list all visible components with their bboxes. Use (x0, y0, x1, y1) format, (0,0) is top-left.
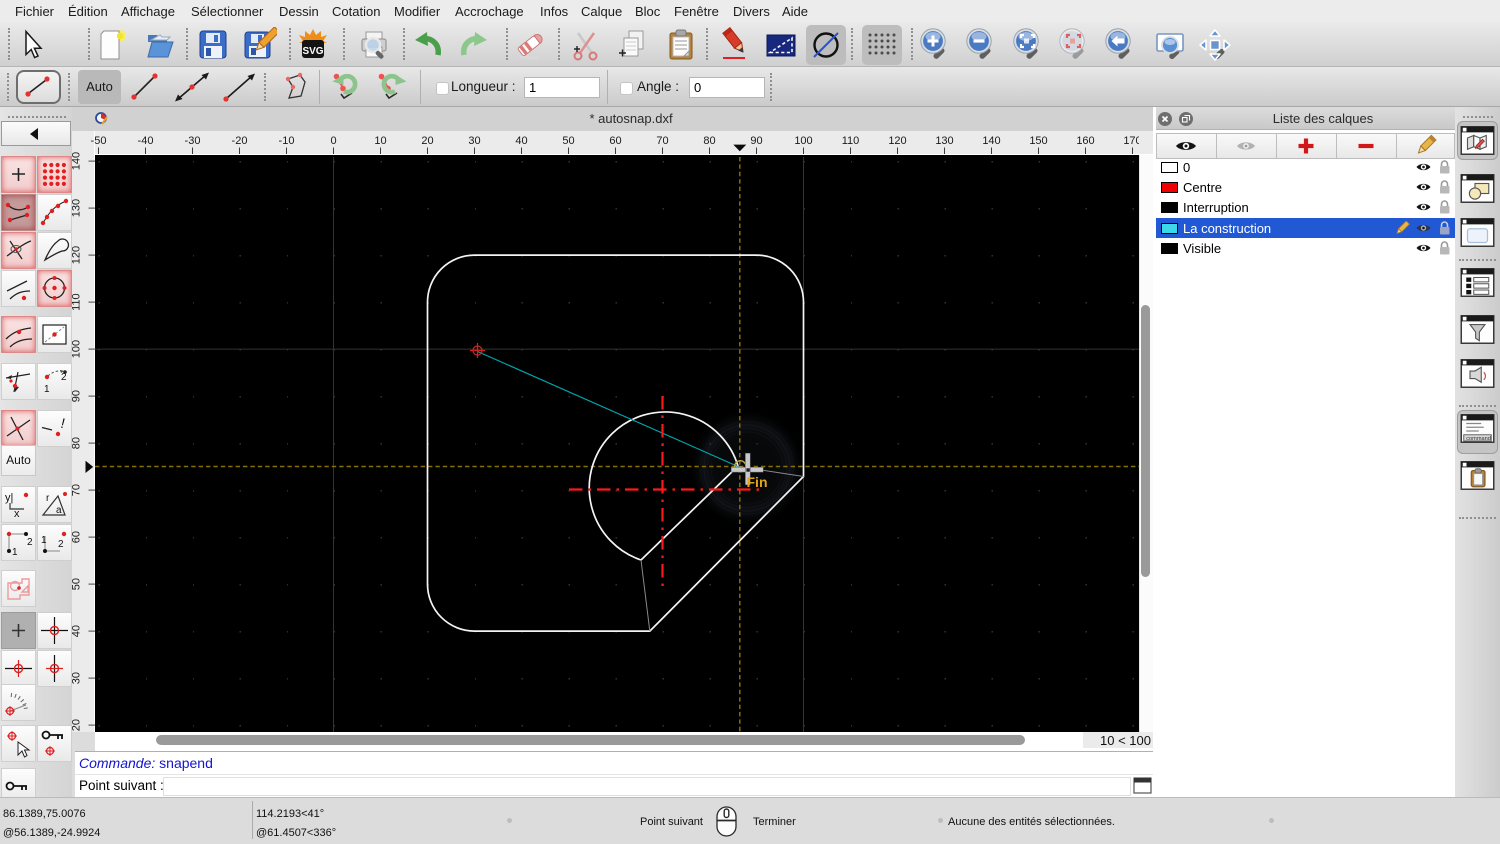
svg-text:1: 1 (41, 535, 47, 546)
svg-text:-40: -40 (138, 135, 154, 147)
svg-text:Fin: Fin (747, 474, 768, 490)
svg-text:x: x (14, 508, 20, 520)
svg-text:r: r (46, 493, 50, 504)
svg-text:120: 120 (72, 246, 83, 264)
svg-text:90: 90 (750, 135, 762, 147)
svg-text:80: 80 (703, 135, 715, 147)
svg-text:50: 50 (562, 135, 574, 147)
svg-text:30: 30 (72, 672, 83, 684)
svg-text:150: 150 (1029, 135, 1047, 147)
svg-text:-30: -30 (185, 135, 201, 147)
svg-text:20: 20 (421, 135, 433, 147)
svg-text:1: 1 (44, 384, 50, 395)
svg-text:-50: -50 (91, 135, 107, 147)
svg-text:100: 100 (72, 340, 83, 358)
svg-text:110: 110 (72, 293, 83, 311)
svg-text:170: 170 (1123, 135, 1139, 147)
svg-text:90: 90 (72, 390, 83, 402)
svg-text:2: 2 (27, 537, 33, 548)
svg-text:y|: y| (5, 492, 13, 504)
svg-text:60: 60 (72, 531, 83, 543)
svg-text:70: 70 (656, 135, 668, 147)
svg-text:40: 40 (515, 135, 527, 147)
svg-text:-20: -20 (232, 135, 248, 147)
svg-text:SVG: SVG (302, 46, 323, 57)
svg-text:40: 40 (72, 625, 83, 637)
svg-text:2: 2 (61, 372, 67, 383)
svg-text:50: 50 (72, 578, 83, 590)
svg-text:130: 130 (72, 199, 83, 217)
svg-text:140: 140 (982, 135, 1000, 147)
svg-text:20: 20 (72, 719, 83, 731)
svg-text:30: 30 (468, 135, 480, 147)
svg-text:a: a (56, 505, 62, 516)
svg-text:0: 0 (330, 135, 336, 147)
svg-text:100: 100 (794, 135, 812, 147)
svg-text:-10: -10 (279, 135, 295, 147)
svg-text:!: ! (59, 415, 67, 431)
svg-text:120: 120 (888, 135, 906, 147)
svg-text:160: 160 (1076, 135, 1094, 147)
svg-text:1: 1 (12, 547, 18, 558)
svg-text:2: 2 (58, 539, 64, 550)
svg-text:70: 70 (72, 484, 83, 496)
svg-text:command: command (1466, 436, 1491, 442)
svg-text:130: 130 (935, 135, 953, 147)
svg-text:80: 80 (72, 437, 83, 449)
svg-text:10: 10 (374, 135, 386, 147)
svg-text:60: 60 (609, 135, 621, 147)
svg-text:110: 110 (842, 135, 860, 147)
